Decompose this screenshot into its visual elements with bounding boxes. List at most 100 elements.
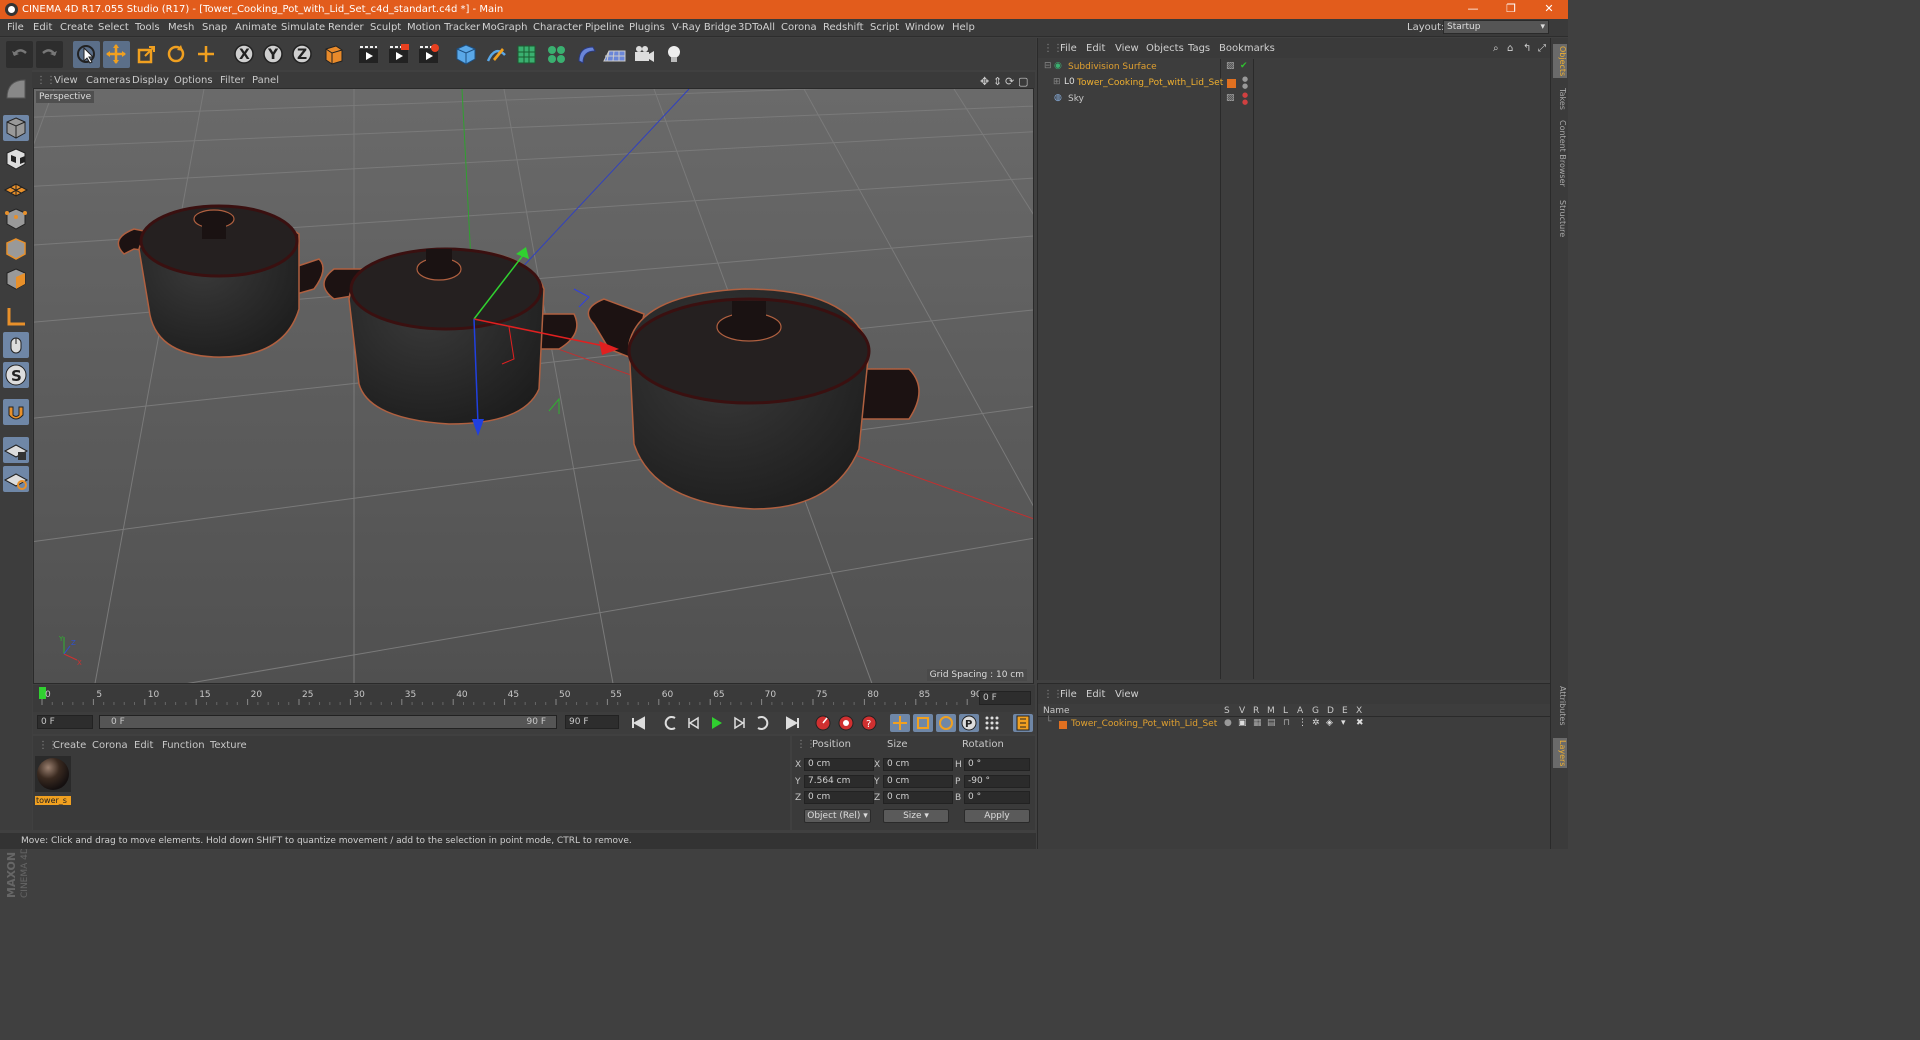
object-row-subdivision-surface[interactable]: ⊟ ◉ Subdivision Surface ▨ ✔ xyxy=(1041,60,1548,76)
rot-b-field[interactable]: 0 ° xyxy=(964,791,1030,804)
object-row-sky[interactable]: ◍ Sky ▨ ● ● xyxy=(1041,92,1548,108)
minimize-button[interactable]: — xyxy=(1454,0,1492,19)
subdivision-surface-icon[interactable] xyxy=(513,41,540,68)
texture-mode-icon[interactable] xyxy=(3,146,29,172)
solo-icon[interactable]: ● xyxy=(1224,718,1232,728)
object-row-tower-cooking-pot[interactable]: ⊞ L0 Tower_Cooking_Pot_with_Lid_Set ● ● xyxy=(1041,76,1548,92)
menu-snap[interactable]: Snap xyxy=(202,22,227,33)
flag-deformers[interactable]: D xyxy=(1327,706,1334,716)
flag-render[interactable]: R xyxy=(1253,706,1259,716)
tab-takes[interactable]: Takes xyxy=(1553,88,1567,110)
previous-frame-icon[interactable] xyxy=(684,714,704,732)
viewport-zoom-icon[interactable]: ⇕ xyxy=(993,75,1002,88)
key-pla-icon[interactable] xyxy=(982,714,1002,732)
edit-render-settings-icon[interactable] xyxy=(415,41,442,68)
keyframe-selection-icon[interactable]: ? xyxy=(859,714,879,732)
menu-character[interactable]: Character xyxy=(533,22,582,33)
object-menu-edit[interactable]: Edit xyxy=(1086,43,1105,54)
viewport-menu-cameras[interactable]: Cameras xyxy=(86,75,130,86)
animation-icon[interactable]: ⋮ xyxy=(1298,718,1307,728)
object-menu-tags[interactable]: Tags xyxy=(1188,43,1210,54)
max-frame-field[interactable]: 90 F xyxy=(565,715,619,729)
layer-icon[interactable]: ▨ xyxy=(1226,93,1235,103)
flag-generators[interactable]: G xyxy=(1312,706,1319,716)
next-key-icon[interactable] xyxy=(752,714,772,732)
viewport-menu-display[interactable]: Display xyxy=(132,75,169,86)
viewport-maximize-icon[interactable]: ▢ xyxy=(1018,75,1028,88)
timeline-ruler[interactable]: 0 5 10 15 20 25 30 35 40 45 50 55 60 65 70 75 80 85 90 0 F xyxy=(33,685,1035,715)
axis-mode-icon[interactable] xyxy=(3,304,29,330)
layer-icon[interactable]: ▨ xyxy=(1226,61,1235,71)
material-menu-create[interactable]: Create xyxy=(53,740,86,751)
render-icon[interactable]: ▦ xyxy=(1253,718,1262,728)
rot-h-field[interactable]: 0 ° xyxy=(964,758,1030,771)
add-object-icon[interactable] xyxy=(193,41,220,68)
menu-plugins[interactable]: Plugins xyxy=(629,22,665,33)
flag-view[interactable]: V xyxy=(1239,706,1245,716)
visibility-dots-icon[interactable]: ● ● xyxy=(1242,92,1248,106)
current-frame-field[interactable]: 0 F xyxy=(37,715,93,729)
object-name[interactable]: Subdivision Surface xyxy=(1068,62,1157,72)
record-keys-icon[interactable] xyxy=(813,714,833,732)
viewport-menu-view[interactable]: View xyxy=(54,75,78,86)
expression-icon[interactable]: ▾ xyxy=(1341,718,1346,728)
size-x-field[interactable]: 0 cm xyxy=(883,758,953,771)
expand-icon[interactable]: ⊞ xyxy=(1053,77,1061,87)
menu-motion-tracker[interactable]: Motion Tracker xyxy=(407,22,480,33)
polygons-mode-icon[interactable] xyxy=(3,266,29,292)
layer-menu-edit[interactable]: Edit xyxy=(1086,689,1105,700)
size-z-field[interactable]: 0 cm xyxy=(883,791,953,804)
workplane-align-icon[interactable] xyxy=(3,466,29,492)
layer-color-swatch[interactable] xyxy=(1059,721,1067,729)
expand-icon[interactable]: ⤢ xyxy=(1538,43,1546,54)
search-icon[interactable]: ⌕ xyxy=(1493,43,1499,54)
pos-y-field[interactable]: 7.564 cm xyxy=(804,775,874,788)
workplane-lock-icon[interactable] xyxy=(3,437,29,463)
tab-content-browser[interactable]: Content Browser xyxy=(1553,120,1567,187)
z-axis-lock-icon[interactable]: Z xyxy=(289,41,316,68)
menu-mograph[interactable]: MoGraph xyxy=(482,22,527,33)
layer-menu-view[interactable]: View xyxy=(1115,689,1139,700)
move-icon[interactable] xyxy=(103,41,130,68)
pen-spline-icon[interactable] xyxy=(483,41,510,68)
render-view-icon[interactable] xyxy=(355,41,382,68)
flag-expressions[interactable]: E xyxy=(1342,706,1348,716)
rotate-icon[interactable] xyxy=(163,41,190,68)
live-selection-icon[interactable] xyxy=(73,41,100,68)
flag-xref[interactable]: X xyxy=(1356,706,1362,716)
tweak-mode-icon[interactable] xyxy=(3,332,29,358)
make-editable-icon[interactable] xyxy=(3,76,29,102)
flag-locked[interactable]: L xyxy=(1283,706,1288,716)
visibility-dots-icon[interactable]: ● ● xyxy=(1242,76,1248,90)
viewport-menu-filter[interactable]: Filter xyxy=(220,75,245,86)
menu-script[interactable]: Script xyxy=(870,22,899,33)
apply-button[interactable]: Apply xyxy=(964,809,1030,823)
lock-icon[interactable]: ⊓ xyxy=(1283,718,1290,728)
material-menu-texture[interactable]: Texture xyxy=(210,740,247,751)
deformer-icon[interactable] xyxy=(573,41,600,68)
camera-icon[interactable] xyxy=(631,41,658,68)
menu-select[interactable]: Select xyxy=(98,22,129,33)
frame-range-slider[interactable]: 0 F 90 F xyxy=(99,715,557,729)
viewport-menu-options[interactable]: Options xyxy=(174,75,213,86)
menu-create[interactable]: Create xyxy=(60,22,93,33)
menu-help[interactable]: Help xyxy=(952,22,975,33)
menu-window[interactable]: Window xyxy=(905,22,944,33)
menu-tools[interactable]: Tools xyxy=(135,22,160,33)
tab-objects[interactable]: Objects xyxy=(1553,44,1567,79)
view-icon[interactable]: ▣ xyxy=(1238,718,1247,728)
size-mode-dropdown[interactable]: Size ▾ xyxy=(883,809,949,823)
redo-icon[interactable] xyxy=(36,41,63,68)
size-y-field[interactable]: 0 cm xyxy=(883,775,953,788)
close-button[interactable]: ✕ xyxy=(1530,0,1568,19)
menu-mesh[interactable]: Mesh xyxy=(168,22,194,33)
floor-icon[interactable] xyxy=(601,41,628,68)
x-axis-lock-icon[interactable]: X xyxy=(231,41,258,68)
object-menu-file[interactable]: File xyxy=(1060,43,1077,54)
timeline-window-icon[interactable] xyxy=(1013,714,1033,732)
manager-icon[interactable]: ▤ xyxy=(1267,718,1276,728)
menu-corona[interactable]: Corona xyxy=(781,22,817,33)
rot-p-field[interactable]: -90 ° xyxy=(964,775,1030,788)
layout-dropdown[interactable]: Startup ▾ xyxy=(1443,20,1549,34)
coordinate-mode-dropdown[interactable]: Object (Rel) ▾ xyxy=(804,809,871,823)
